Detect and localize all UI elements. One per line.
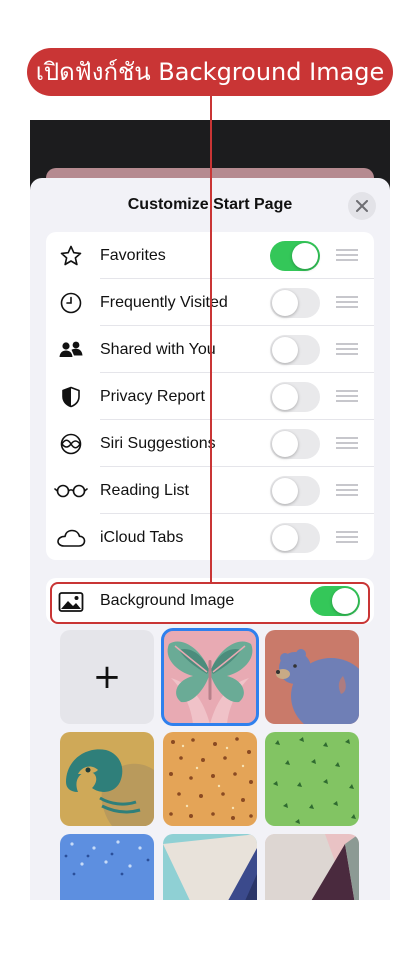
section-label: Shared with You bbox=[100, 341, 216, 358]
privacy-report-toggle[interactable] bbox=[270, 382, 320, 412]
section-label: Frequently Visited bbox=[100, 294, 228, 311]
add-wallpaper-button[interactable]: + bbox=[60, 630, 154, 724]
shield-icon bbox=[58, 384, 84, 410]
frequently-visited-toggle[interactable] bbox=[270, 288, 320, 318]
siri-suggestions-toggle[interactable] bbox=[270, 429, 320, 459]
cloud-icon bbox=[56, 525, 86, 551]
people-icon bbox=[58, 337, 84, 363]
star-icon bbox=[58, 243, 84, 269]
annotation-connector-line bbox=[210, 96, 212, 584]
wallpaper-butterfly[interactable] bbox=[161, 628, 259, 726]
clock-icon bbox=[58, 290, 84, 316]
reorder-handle-icon[interactable] bbox=[336, 484, 358, 498]
wallpaper-parrot[interactable] bbox=[60, 732, 154, 826]
wallpaper-orange-dots[interactable] bbox=[163, 732, 257, 826]
wallpaper-bear[interactable] bbox=[265, 630, 359, 724]
favorites-toggle[interactable] bbox=[270, 241, 320, 271]
reorder-handle-icon[interactable] bbox=[336, 390, 358, 404]
reorder-handle-icon[interactable] bbox=[336, 296, 358, 310]
instruction-banner: เปิดฟังก์ชัน Background Image bbox=[27, 48, 393, 96]
section-label: Reading List bbox=[100, 482, 189, 499]
icloud-tabs-toggle[interactable] bbox=[270, 523, 320, 553]
wallpaper-geometric-pink[interactable] bbox=[265, 834, 359, 900]
reorder-handle-icon[interactable] bbox=[336, 249, 358, 263]
close-icon bbox=[356, 200, 368, 212]
wallpaper-geometric-teal[interactable] bbox=[163, 834, 257, 900]
siri-icon bbox=[58, 431, 84, 457]
annotation-highlight-box bbox=[50, 582, 370, 624]
reorder-handle-icon[interactable] bbox=[336, 437, 358, 451]
glasses-icon bbox=[54, 478, 88, 504]
section-label: Siri Suggestions bbox=[100, 435, 216, 452]
wallpaper-green-leaves[interactable] bbox=[265, 732, 359, 826]
reading-list-toggle[interactable] bbox=[270, 476, 320, 506]
wallpaper-blue-dots[interactable] bbox=[60, 834, 154, 900]
close-button[interactable] bbox=[348, 192, 376, 220]
reorder-handle-icon[interactable] bbox=[336, 531, 358, 545]
section-label: Privacy Report bbox=[100, 388, 205, 405]
plus-icon: + bbox=[92, 657, 122, 697]
section-label: Favorites bbox=[100, 247, 166, 264]
section-label: iCloud Tabs bbox=[100, 529, 184, 546]
shared-with-you-toggle[interactable] bbox=[270, 335, 320, 365]
reorder-handle-icon[interactable] bbox=[336, 343, 358, 357]
